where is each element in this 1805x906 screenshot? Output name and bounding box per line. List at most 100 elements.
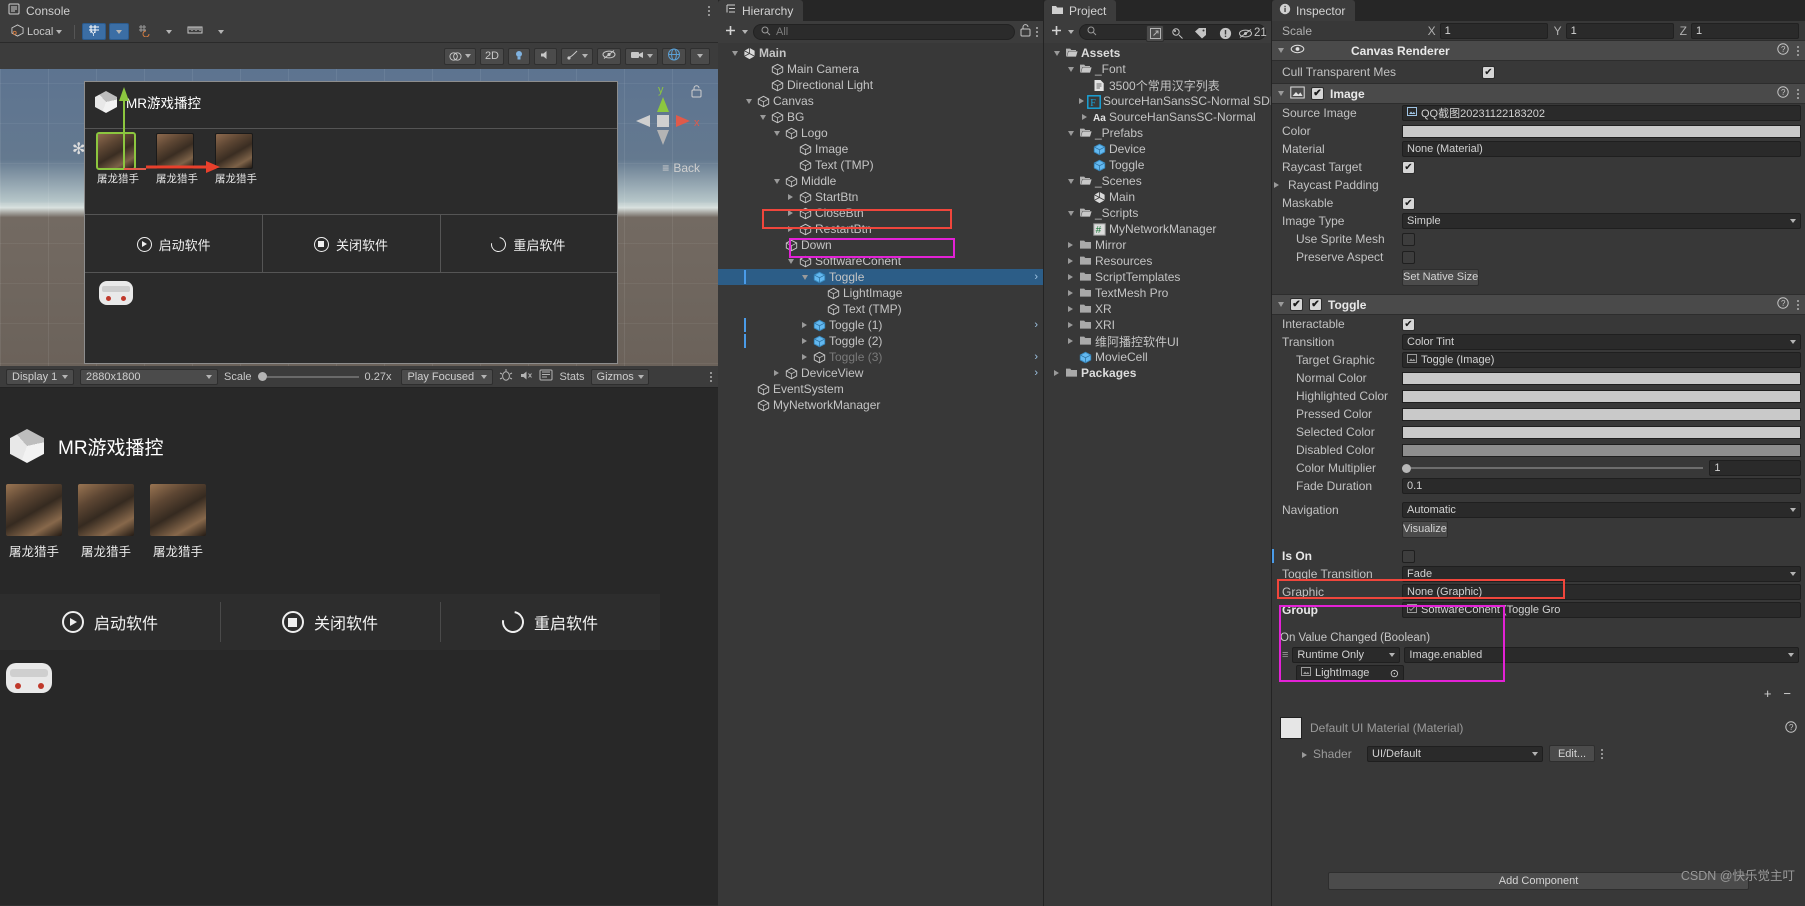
hierarchy-item-closebtn[interactable]: CloseBtn <box>718 205 1044 221</box>
hierarchy-item-canvas[interactable]: Canvas <box>718 93 1044 109</box>
component-header-toggle[interactable]: ✔ ✔ Toggle ? <box>1272 294 1805 315</box>
foldout-arrow-icon[interactable] <box>1065 306 1076 312</box>
drag-handle-icon[interactable]: ≡ <box>1282 649 1288 661</box>
foldout-arrow-icon[interactable] <box>1274 182 1279 188</box>
hierarchy-item-lightimage[interactable]: LightImage <box>718 285 1044 301</box>
foldout-arrow-icon[interactable] <box>729 50 740 56</box>
image-material-object-field[interactable]: None (Material) <box>1402 141 1801 157</box>
navigation-dropdown[interactable]: Automatic <box>1402 502 1801 518</box>
image-raycast-target-checkbox[interactable]: ✔ <box>1402 160 1415 174</box>
project-item-moviecell[interactable]: MovieCell <box>1044 349 1272 365</box>
component-header-canvas-renderer[interactable]: Canvas Renderer ? <box>1272 40 1805 61</box>
gizmos-dropdown[interactable]: Gizmos <box>590 368 649 385</box>
group-object-field[interactable]: SoftwareConent (Toggle Gro <box>1402 602 1801 618</box>
hierarchy-item-mynetworkmanager[interactable]: MyNetworkManager <box>718 397 1044 413</box>
help-icon[interactable]: ? <box>1777 297 1789 312</box>
foldout-arrow-icon[interactable] <box>1051 50 1062 56</box>
hierarchy-item-logo[interactable]: Logo <box>718 125 1044 141</box>
project-item-mirror[interactable]: Mirror <box>1044 237 1272 253</box>
fade-duration-field[interactable]: 0.1 <box>1402 478 1801 494</box>
function-dropdown[interactable]: Image.enabled <box>1404 647 1799 663</box>
object-picker-icon[interactable]: ⊙ <box>1390 667 1399 680</box>
project-item-main[interactable]: Main <box>1044 189 1272 205</box>
chevron-right-icon[interactable]: › <box>1034 367 1038 379</box>
hierarchy-item-bg[interactable]: BG <box>718 109 1044 125</box>
toggle-transition-dropdown[interactable]: Color Tint <box>1402 334 1801 350</box>
hierarchy-item-toggle[interactable]: Toggle › <box>718 269 1044 285</box>
scene-restart-button[interactable]: 重启软件 <box>440 224 617 264</box>
image-type-dropdown[interactable]: Simple <box>1402 213 1801 229</box>
hierarchy-item-image[interactable]: Image <box>718 141 1044 157</box>
vr-device-icon[interactable] <box>6 663 52 693</box>
help-icon[interactable]: ? <box>1777 86 1789 101</box>
lock-open-icon[interactable] <box>1020 24 1031 40</box>
chevron-right-icon[interactable]: › <box>1034 351 1038 363</box>
label-icon[interactable] <box>1190 25 1212 42</box>
source-image-object-field[interactable]: QQ截图20231122183202 <box>1402 105 1801 121</box>
foldout-arrow-icon[interactable] <box>1065 242 1076 248</box>
scene-view-orientation-label[interactable]: ≡ Back <box>662 161 700 175</box>
foldout-arrow-icon[interactable] <box>771 178 782 184</box>
list-item[interactable]: 屠龙猎手 <box>215 133 257 186</box>
foldout-arrow-icon[interactable] <box>1278 302 1284 307</box>
tab-hierarchy[interactable]: Hierarchy <box>718 0 804 21</box>
shader-dropdown[interactable]: UI/Default <box>1367 745 1543 762</box>
game-stage[interactable]: MR游戏播控 屠龙猎手 屠龙猎手 屠龙猎手 启动软件 关闭软件 重启软件 <box>0 388 718 905</box>
hidden-items-indicator[interactable]: 21 <box>1238 27 1267 39</box>
foldout-arrow-icon[interactable] <box>799 354 810 360</box>
runtime-mode-dropdown[interactable]: Runtime Only <box>1292 647 1401 663</box>
edit-shader-button[interactable]: Edit... <box>1549 745 1595 762</box>
play-focused-dropdown[interactable]: Play Focused <box>401 368 494 385</box>
resolution-dropdown[interactable]: 2880x1800 <box>80 368 218 385</box>
list-item[interactable]: 屠龙猎手 <box>150 484 206 560</box>
pivot-mode-button[interactable]: Local <box>6 23 68 40</box>
project-item-toggle[interactable]: Toggle <box>1044 157 1272 173</box>
list-item[interactable]: 屠龙猎手 <box>78 484 134 560</box>
plus-icon[interactable]: + <box>1764 686 1772 701</box>
hierarchy-item-deviceview[interactable]: DeviceView › <box>718 365 1044 381</box>
image-color-field[interactable] <box>1402 124 1801 138</box>
project-item-sourcehansanssc-normal[interactable]: Aa SourceHanSansSC-Normal <box>1044 109 1272 125</box>
tab-inspector[interactable]: Inspector <box>1272 0 1356 21</box>
grid-snap-button[interactable]: Y <box>82 23 107 40</box>
scene-gizmos-button[interactable] <box>662 47 686 65</box>
foldout-arrow-icon[interactable] <box>771 130 782 136</box>
vertex-snap-dropdown[interactable] <box>159 23 180 40</box>
selected-color-field[interactable] <box>1402 425 1801 439</box>
kebab-icon[interactable] <box>1797 45 1799 56</box>
project-item-3500[interactable]: 3500个常用汉字列表 <box>1044 77 1272 93</box>
foldout-arrow-icon[interactable] <box>1278 91 1284 96</box>
foldout-arrow-icon[interactable] <box>1079 98 1084 104</box>
project-item-textmesh-pro[interactable]: TextMesh Pro <box>1044 285 1272 301</box>
pressed-color-field[interactable] <box>1402 407 1801 421</box>
project-item-prefabs[interactable]: _Prefabs <box>1044 125 1272 141</box>
hierarchy-item-softwareconent[interactable]: SoftwareConent <box>718 253 1044 269</box>
toggle-transition-mode-dropdown[interactable]: Fade <box>1402 566 1801 582</box>
warning-icon[interactable] <box>1214 25 1236 42</box>
scale-slider[interactable] <box>257 372 359 381</box>
image-enabled-checkbox[interactable]: ✔ <box>1311 87 1324 100</box>
scene-gizmos-dropdown[interactable] <box>690 47 710 65</box>
normal-color-field[interactable] <box>1402 371 1801 385</box>
project-item-ui[interactable]: 维阿播控软件UI <box>1044 333 1272 349</box>
ruler-dropdown[interactable] <box>211 23 232 40</box>
scene-close-button[interactable]: 关闭软件 <box>262 224 439 264</box>
graphic-object-field[interactable]: None (Graphic) <box>1402 584 1801 600</box>
minus-icon[interactable]: − <box>1783 686 1791 701</box>
foldout-arrow-icon[interactable] <box>1065 290 1076 296</box>
foldout-arrow-icon[interactable] <box>1065 178 1076 184</box>
help-icon[interactable]: ? <box>1777 43 1789 58</box>
scene-menu-icon[interactable] <box>708 5 710 16</box>
scene-viewport[interactable]: 2D MR游戏播控 屠龙猎手 屠龙猎手 屠龙猎手 启动软件 关闭软件 重启软件 … <box>0 43 718 366</box>
hierarchy-item-text-tmp[interactable]: Text (TMP) <box>718 157 1044 173</box>
scale-x-field[interactable]: X1 <box>1428 22 1548 39</box>
snowflake-handle-icon[interactable]: ✻ <box>72 139 85 159</box>
foldout-arrow-icon[interactable] <box>1051 370 1062 376</box>
foldout-arrow-icon[interactable] <box>785 258 796 264</box>
foldout-arrow-icon[interactable] <box>1278 48 1284 53</box>
foldout-arrow-icon[interactable] <box>799 322 810 328</box>
list-item[interactable]: 屠龙猎手 <box>6 484 62 560</box>
scene-fx-button[interactable] <box>561 47 593 65</box>
cull-transparent-mesh-checkbox[interactable]: ✔ <box>1482 65 1495 79</box>
project-item-scripttemplates[interactable]: ScriptTemplates <box>1044 269 1272 285</box>
